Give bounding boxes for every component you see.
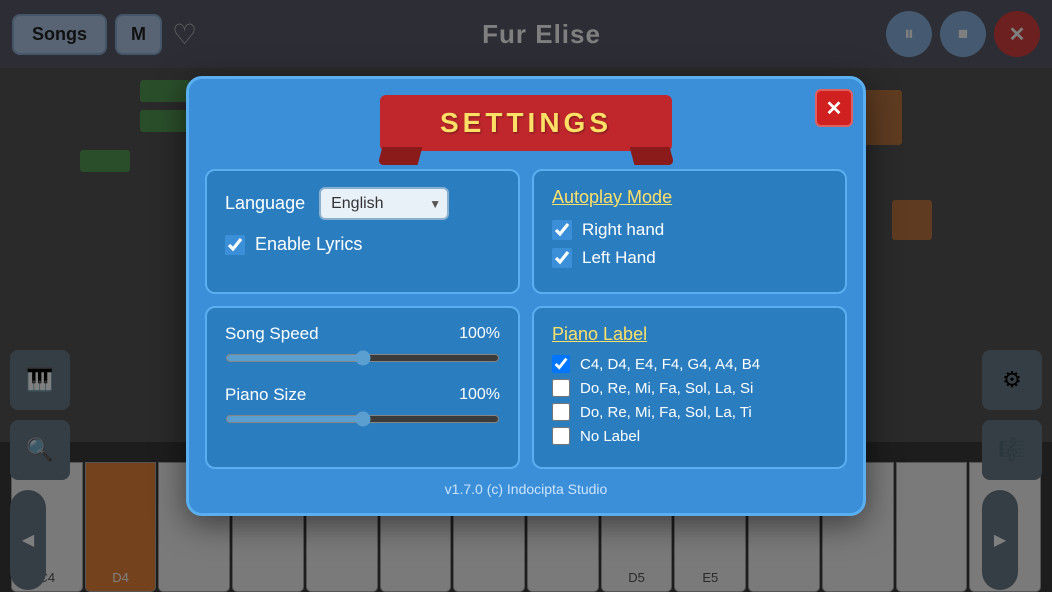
language-select[interactable]: English Spanish French German Japanese (319, 187, 449, 220)
banner-ribbon-right (660, 103, 690, 143)
piano-label-panel: Piano Label C4, D4, E4, F4, G4, A4, B4 D… (532, 306, 847, 469)
right-hand-row: Right hand (552, 220, 827, 240)
dialog-close-button[interactable]: ✕ (815, 89, 853, 127)
autoplay-panel: Autoplay Mode Right hand Left Hand (532, 169, 847, 294)
piano-label-c4-row: C4, D4, E4, F4, G4, A4, B4 (552, 355, 827, 373)
piano-label-title: Piano Label (552, 324, 827, 345)
piano-size-row: Piano Size 100% (225, 385, 500, 405)
piano-label-si-checkbox[interactable] (552, 379, 570, 397)
enable-lyrics-label[interactable]: Enable Lyrics (255, 234, 362, 255)
piano-label-c4-checkbox[interactable] (552, 355, 570, 373)
speed-size-panel: Song Speed 100% Piano Size 100% (205, 306, 520, 469)
banner-text: SETTINGS (440, 107, 612, 138)
piano-size-slider[interactable] (225, 411, 500, 427)
language-row: Language English Spanish French German J… (225, 187, 500, 220)
banner-container: SETTINGS (380, 95, 672, 151)
song-speed-label: Song Speed (225, 324, 319, 344)
enable-lyrics-row: Enable Lyrics (225, 234, 500, 255)
piano-label-ti-row: Do, Re, Mi, Fa, Sol, La, Ti (552, 403, 827, 421)
song-speed-section: Song Speed 100% (225, 324, 500, 371)
piano-size-label: Piano Size (225, 385, 306, 405)
piano-size-section: Piano Size 100% (225, 385, 500, 432)
enable-lyrics-checkbox[interactable] (225, 235, 245, 255)
piano-label-c4-label[interactable]: C4, D4, E4, F4, G4, A4, B4 (580, 356, 760, 373)
settings-dialog: ✕ SETTINGS Language English Spanish (186, 76, 866, 516)
left-hand-checkbox[interactable] (552, 248, 572, 268)
modal-overlay: ✕ SETTINGS Language English Spanish (0, 0, 1052, 592)
piano-size-value: 100% (459, 386, 500, 404)
settings-banner: SETTINGS (205, 95, 847, 151)
autoplay-title: Autoplay Mode (552, 187, 827, 208)
piano-label-none-checkbox[interactable] (552, 427, 570, 445)
right-hand-checkbox[interactable] (552, 220, 572, 240)
left-hand-row: Left Hand (552, 248, 827, 268)
language-panel: Language English Spanish French German J… (205, 169, 520, 294)
song-speed-row: Song Speed 100% (225, 324, 500, 344)
footer-text: v1.7.0 (c) Indocipta Studio (445, 481, 608, 497)
right-hand-label[interactable]: Right hand (582, 220, 664, 240)
language-select-wrap: English Spanish French German Japanese (319, 187, 449, 220)
banner-ribbon-left (362, 103, 392, 143)
song-speed-value: 100% (459, 325, 500, 343)
piano-label-si-row: Do, Re, Mi, Fa, Sol, La, Si (552, 379, 827, 397)
left-hand-label[interactable]: Left Hand (582, 248, 656, 268)
piano-label-none-row: No Label (552, 427, 827, 445)
settings-grid: Language English Spanish French German J… (205, 169, 847, 469)
dialog-footer: v1.7.0 (c) Indocipta Studio (205, 481, 847, 497)
piano-label-ti-label[interactable]: Do, Re, Mi, Fa, Sol, La, Ti (580, 404, 752, 421)
piano-label-si-label[interactable]: Do, Re, Mi, Fa, Sol, La, Si (580, 380, 753, 397)
piano-label-none-label[interactable]: No Label (580, 428, 640, 445)
piano-label-ti-checkbox[interactable] (552, 403, 570, 421)
language-label: Language (225, 193, 305, 214)
song-speed-slider[interactable] (225, 350, 500, 366)
